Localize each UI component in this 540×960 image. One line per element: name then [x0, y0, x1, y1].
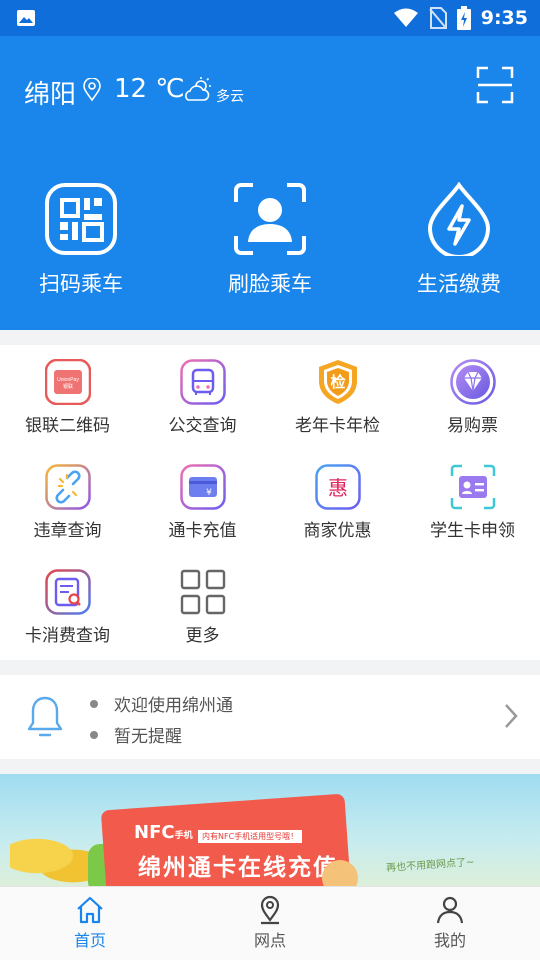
banner-slogan: 绵州通卡在线充值: [138, 855, 338, 881]
service-merchant-discount[interactable]: 惠 商家优惠: [270, 450, 405, 555]
image-icon: [17, 10, 35, 26]
no-sim-icon: [428, 7, 447, 29]
service-label: 违章查询: [33, 521, 102, 541]
qr-code-icon: [45, 183, 117, 255]
service-senior-card-inspection[interactable]: 检 老年卡年检: [270, 345, 405, 450]
tab-home[interactable]: 首页: [0, 895, 180, 951]
tab-label: 首页: [73, 931, 106, 950]
notice-text: 欢迎使用绵州通: [114, 696, 233, 716]
broken-link-icon: [45, 464, 91, 510]
service-label: 卡消费查询: [25, 626, 110, 646]
quick-action-label: 刷脸乘车: [228, 272, 312, 296]
face-ride-button[interactable]: 刷脸乘车: [180, 182, 360, 298]
notice-bar[interactable]: 欢迎使用绵州通 暂无提醒: [0, 675, 540, 759]
bottom-nav: 首页 网点 我的: [0, 886, 540, 960]
service-unionpay-qr[interactable]: UnionPay 银联 银联二维码: [0, 345, 135, 450]
svg-text:银联: 银联: [63, 383, 73, 390]
service-label: 商家优惠: [303, 521, 372, 541]
boy-illustration: [322, 860, 358, 886]
chevron-right-icon[interactable]: [504, 703, 518, 729]
tab-label: 网点: [253, 931, 286, 950]
temperature: 12 ℃: [114, 74, 185, 104]
tab-outlets[interactable]: 网点: [180, 895, 360, 951]
service-card-consumption-query[interactable]: 卡消费查询: [0, 555, 135, 660]
service-label: 更多: [185, 626, 220, 646]
scan-ride-button[interactable]: 扫码乘车: [0, 182, 171, 298]
svg-text:¥: ¥: [206, 488, 212, 498]
battery-charging-icon: [456, 6, 471, 30]
status-bar: 9:35: [0, 0, 540, 36]
student-id-icon: [450, 464, 496, 510]
discount-icon: 惠: [315, 464, 361, 510]
tab-mine[interactable]: 我的: [360, 895, 540, 951]
notice-text: 暂无提醒: [114, 727, 182, 747]
banner-nfc-badge: NFC手机: [134, 822, 193, 843]
home-header: 绵阳 12 ℃ 多云 扫码乘车 刷脸乘车 生活缴费: [0, 36, 540, 330]
unionpay-card-icon: UnionPay 银联: [45, 359, 91, 405]
service-label: 老年卡年检: [295, 416, 380, 436]
promo-banner[interactable]: NFC手机 内有NFC手机适用型号哦！ 绵州通卡在线充值 再也不用跑网点了~: [0, 774, 540, 886]
location-pin-icon: [260, 895, 280, 925]
service-bus-query[interactable]: 公交查询: [135, 345, 270, 450]
card-recharge-icon: ¥: [180, 464, 226, 510]
service-card-recharge[interactable]: ¥ 通卡充值: [135, 450, 270, 555]
service-violation-query[interactable]: 违章查询: [0, 450, 135, 555]
wifi-icon: [393, 8, 418, 27]
service-label: 学生卡申领: [430, 521, 515, 541]
inspect-badge-icon: 检: [319, 360, 357, 404]
notice-line: 暂无提醒: [90, 722, 182, 747]
service-student-card[interactable]: 学生卡申领: [405, 450, 540, 555]
bell-icon: [27, 696, 63, 737]
service-easy-ticket[interactable]: 易购票: [405, 345, 540, 450]
service-more[interactable]: 更多: [135, 555, 270, 660]
service-label: 公交查询: [168, 416, 237, 436]
city-name[interactable]: 绵阳: [24, 74, 76, 111]
quick-action-label: 生活缴费: [417, 272, 501, 296]
face-scan-icon: [234, 183, 306, 255]
notice-line: 欢迎使用绵州通: [90, 691, 233, 716]
diamond-icon: [450, 359, 496, 405]
home-icon: [77, 896, 103, 924]
water-bolt-icon: [427, 182, 491, 256]
quick-action-label: 扫码乘车: [39, 272, 123, 296]
bill-search-icon: [45, 569, 91, 615]
banner-nfc-suffix: 手机: [174, 831, 193, 841]
service-label: 易购票: [447, 416, 498, 436]
user-icon: [436, 896, 464, 924]
service-label: 银联二维码: [25, 416, 110, 436]
location-icon: [83, 78, 101, 102]
service-grid: UnionPay 银联 银联二维码 公交查询 检 老年卡年检 易购票 违章查询 …: [0, 345, 540, 660]
coins-illustration: [10, 836, 100, 886]
discount-glyph: 惠: [328, 476, 348, 500]
service-label: 通卡充值: [168, 521, 237, 541]
banner-handwriting: 再也不用跑网点了~: [385, 856, 475, 875]
scan-icon[interactable]: [476, 66, 514, 104]
banner-nfc-text: NFC: [134, 822, 175, 843]
partly-cloudy-icon: [185, 77, 211, 101]
more-grid-icon: [180, 569, 226, 615]
banner-tag: 内有NFC手机适用型号哦！: [198, 830, 303, 843]
weather-text: 多云: [216, 89, 244, 105]
bus-icon: [180, 359, 226, 405]
life-payment-button[interactable]: 生活缴费: [369, 182, 540, 298]
svg-text:UnionPay: UnionPay: [57, 377, 79, 383]
inspect-glyph: 检: [330, 373, 345, 391]
clock: 9:35: [480, 7, 528, 29]
tab-label: 我的: [433, 931, 466, 950]
